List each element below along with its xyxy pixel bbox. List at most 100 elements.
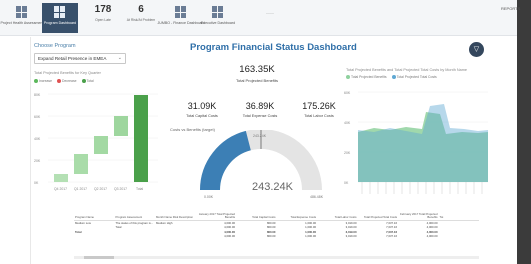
table-cell: 4,000.00 <box>426 234 438 238</box>
nav-kpi-at-risk[interactable]: 6 At Risk/At Problem <box>123 4 159 22</box>
table-cell: 800.00 <box>266 234 276 238</box>
gauge-min: 0.00K <box>204 195 214 199</box>
financial-table: Program Name Program Assessment Month Na… <box>74 209 479 239</box>
legend-item-total: Total <box>81 79 94 84</box>
area-chart-title: Total Projected Benefits and Total Proje… <box>346 68 468 72</box>
gauge-chart: 243.24K 0.00K 486.48K 243.24K <box>200 130 324 199</box>
kpi-value: 163.35K <box>239 64 275 75</box>
nav-kpi-open-late[interactable]: 178 Open Late <box>85 4 121 22</box>
table-header[interactable]: Total Expense Costs <box>276 209 317 221</box>
legend-item-benefits: Total Projected Benefits <box>346 75 387 80</box>
top-navigation-bar: Project Health Assessment Program Dashbo… <box>0 0 531 36</box>
waterfall-bar <box>54 174 68 182</box>
table-cell <box>115 234 156 239</box>
table-cell: 7,037.16 <box>386 234 397 238</box>
table-cell: 1,000.00 <box>305 234 316 238</box>
gauge-target: 243.24K <box>253 134 267 138</box>
kpi-total-capital-costs: 31.09K Total Capital Costs <box>176 101 228 118</box>
legend-item-increase: Increase <box>34 79 52 84</box>
table-cell <box>439 234 480 239</box>
waterfall-bar <box>74 154 88 174</box>
gauge-max: 486.48K <box>310 195 324 199</box>
waterfall-legend: Increase Decrease Total <box>34 79 94 84</box>
kpi-value: 31.09K <box>187 101 217 111</box>
nav-kpi-value: 178 <box>94 4 112 15</box>
table-header-row: Program Name Program Assessment Month Na… <box>74 209 479 221</box>
gauge-value: 243.24K <box>252 181 294 193</box>
dashboard-grid-icon <box>175 6 187 18</box>
area-chart-legend: Total Projected Benefits Total Projected… <box>346 75 437 80</box>
waterfall-chart-title: Total Projected Benefits for Key Quarter <box>34 71 101 75</box>
table-row: 4,000.00 800.00 1,000.00 3,019.00 7,037.… <box>74 234 479 239</box>
area-ytick: 0K <box>344 181 349 185</box>
waterfall-chart: 80K 60K 40K 20K 0K Q4 2017 Q1 2017 Q2 20… <box>34 93 158 191</box>
nav-item-label: JUMBO - Finance Dashboard <box>157 21 205 25</box>
waterfall-xtick: Q2 2017 <box>94 187 107 191</box>
kpi-label: Total Labor Costs <box>304 114 334 118</box>
table-cell <box>155 234 196 239</box>
waterfall-bar-total <box>134 95 148 182</box>
table-header[interactable]: January 2017 Total Projected Benefits <box>195 209 236 221</box>
nav-kpi-label: At Risk/At Problem <box>126 18 156 22</box>
reports-label[interactable]: REPORTS <box>501 6 520 11</box>
area-costs <box>358 104 488 182</box>
area-ytick: 40K <box>344 121 351 125</box>
nav-item-program-dashboard[interactable]: Program Dashboard <box>42 3 78 33</box>
kpi-value: 36.89K <box>245 101 275 111</box>
gauge-fill <box>200 130 252 191</box>
table-header[interactable]: Tot <box>438 209 479 221</box>
nav-kpi-value: 6 <box>138 4 144 15</box>
table-header[interactable]: Total Capital Costs <box>236 209 277 221</box>
area-chart: 60K 40K 20K 0K <box>344 91 488 194</box>
kpi-label: Total Expense Costs <box>242 114 278 118</box>
waterfall-ytick: 80K <box>34 93 41 97</box>
table-header[interactable]: February 2017 Total Projected Benefits <box>398 209 439 221</box>
waterfall-bar <box>114 116 128 136</box>
waterfall-ytick: 20K <box>34 159 41 163</box>
table-header[interactable]: Program Name <box>74 209 115 221</box>
page-title: Program Financial Status Dashboard <box>190 42 357 53</box>
table-cell <box>74 234 115 239</box>
nav-item-label: Project Health Assessment <box>0 21 44 25</box>
table-cell: 3,019.00 <box>345 234 357 238</box>
table-header[interactable]: Program Assessment <box>114 209 155 221</box>
scrollbar-thumb[interactable] <box>84 256 114 259</box>
waterfall-ytick: 0K <box>34 181 39 185</box>
area-ytick: 60K <box>344 91 351 95</box>
table-cell: 4,000.00 <box>224 234 235 238</box>
legend-item-costs: Total Projected Total Costs <box>391 75 437 80</box>
kpi-label: Total Projected Benefits <box>235 78 279 83</box>
nav-kpi-label: Open Late <box>95 18 111 22</box>
nav-item-label: Executive Dashboard <box>200 21 236 25</box>
nav-item-project-health[interactable]: Project Health Assessment <box>1 3 43 33</box>
dashboard-grid-icon <box>54 6 66 18</box>
waterfall-xtick: Total <box>136 187 143 191</box>
filter-icon[interactable]: ▽ <box>469 42 484 57</box>
area-ytick: 20K <box>344 151 351 155</box>
waterfall-bar <box>94 136 108 154</box>
kpi-value: 175.26K <box>302 101 336 111</box>
legend-item-decrease: Decrease <box>57 79 77 84</box>
table-horizontal-scrollbar[interactable] <box>74 256 479 259</box>
kpi-total-projected-benefits: 163.35K Total Projected Benefits <box>227 64 287 83</box>
right-panel-edge: REPORTS <box>501 0 531 264</box>
table-header[interactable]: Total Projected Total Costs <box>357 209 398 221</box>
nav-item-finance-dashboard[interactable]: JUMBO - Finance Dashboard <box>157 3 205 33</box>
table-header[interactable]: Month Name Risk Description <box>155 209 196 221</box>
waterfall-ytick: 40K <box>34 137 41 141</box>
dashboard-grid-icon <box>212 6 224 18</box>
program-dropdown-value: Expand Retail Presence in EMEA <box>38 56 107 61</box>
kpi-total-labor-costs: 175.26K Total Labor Costs <box>293 101 345 118</box>
waterfall-xtick: Q3 2017 <box>114 187 127 191</box>
table-header[interactable]: Total Labor Costs <box>317 209 358 221</box>
chevron-down-icon: ⌄ <box>117 55 122 61</box>
more-button[interactable]: ···· <box>266 11 274 17</box>
kpi-total-expense-costs: 36.89K Total Expense Costs <box>234 101 286 118</box>
waterfall-xtick: Q1 2017 <box>74 187 87 191</box>
nav-item-executive-dashboard[interactable]: Executive Dashboard <box>200 3 236 33</box>
kpi-label: Total Capital Costs <box>186 114 218 118</box>
waterfall-xtick: Q4 2017 <box>54 187 67 191</box>
filter-label: Choose Program <box>34 43 76 49</box>
waterfall-ytick: 60K <box>34 115 41 119</box>
program-dropdown[interactable]: Expand Retail Presence in EMEA ⌄ <box>34 53 126 64</box>
